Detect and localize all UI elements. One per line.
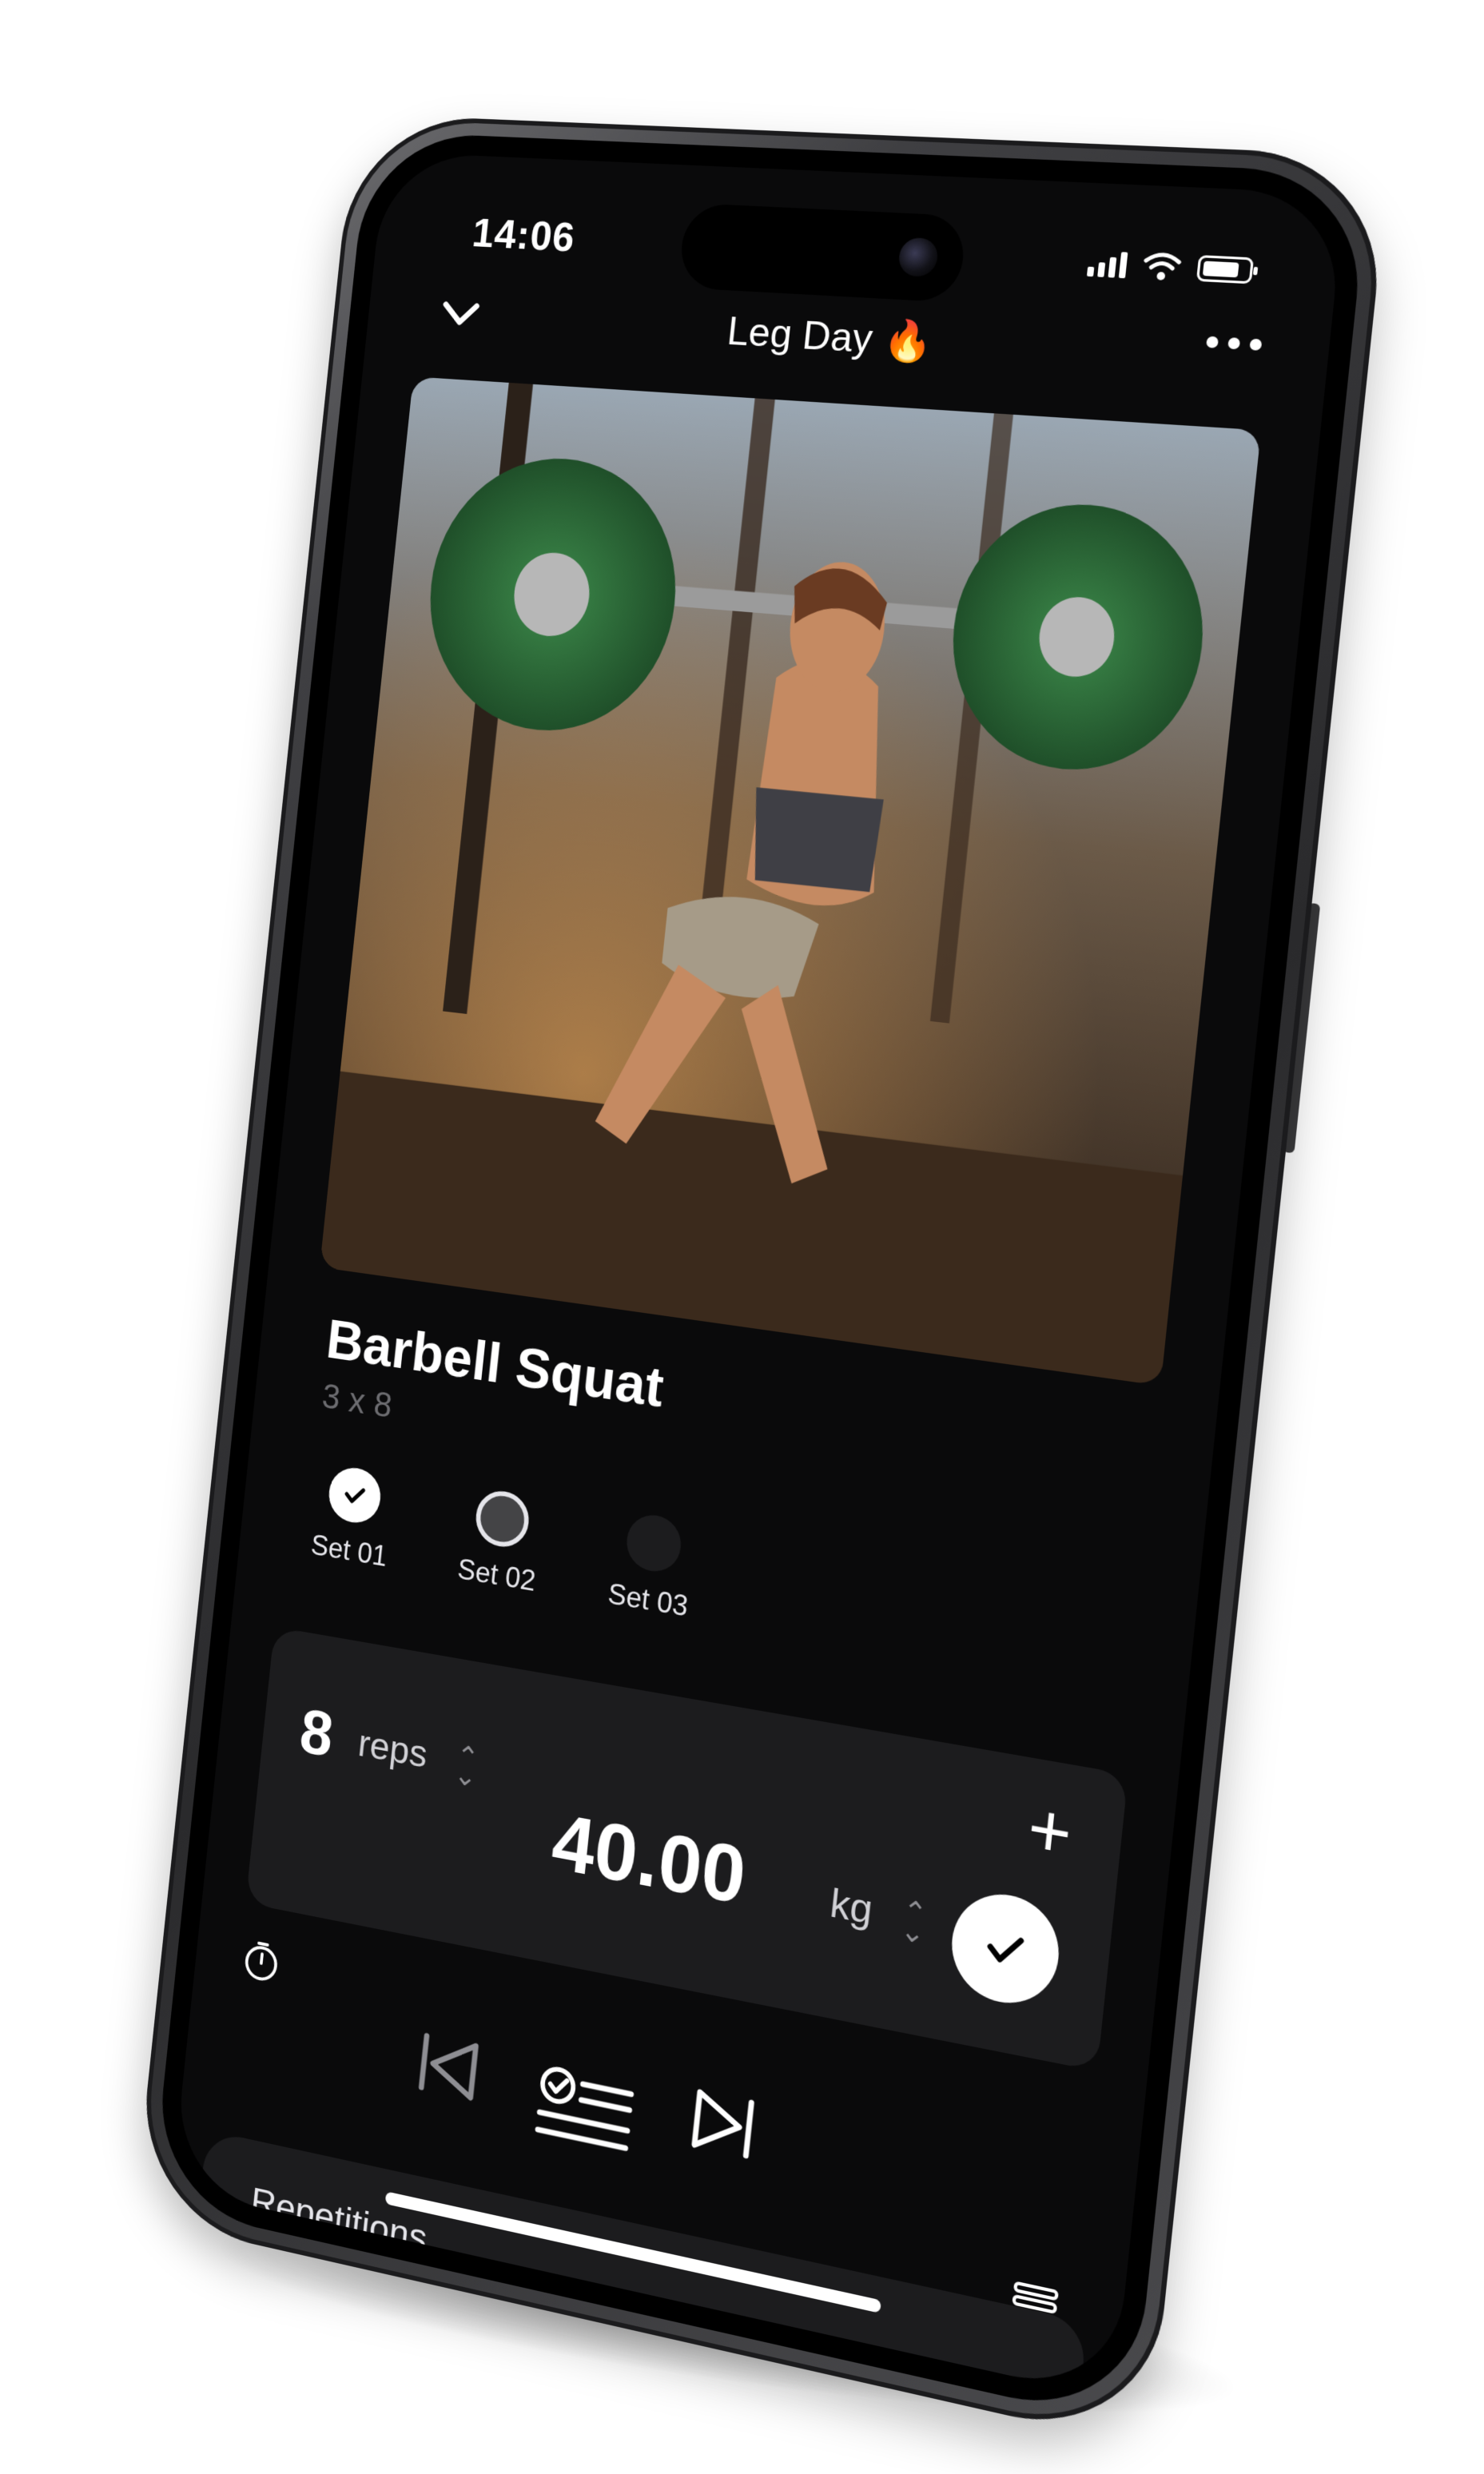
status-icons xyxy=(1086,248,1255,285)
skip-next-icon[interactable] xyxy=(675,2071,770,2177)
weight-value[interactable]: 40.00 xyxy=(548,1796,750,1923)
workout-title: Leg Day 🔥 xyxy=(725,308,935,365)
set-item-01[interactable]: Set 01 xyxy=(296,1460,409,1575)
set-entry-card: + 8 reps ⌃ ⌄ 40.00 kg ⌃ ⌄ xyxy=(245,1626,1128,2071)
phone-device: 14:06 Leg Day 🔥 Barbell Squat 3 x 8 Set … xyxy=(133,113,1391,2448)
set-label: Set 03 xyxy=(606,1577,690,1623)
battery-icon xyxy=(1196,255,1255,284)
set-done-indicator xyxy=(326,1464,384,1527)
exercise-scheme: 3 x 8 xyxy=(320,1377,394,1426)
set-selector: Set 01 Set 02 Set 03 xyxy=(296,1460,710,1625)
set-label: Set 01 xyxy=(309,1528,389,1573)
set-item-02[interactable]: Set 02 xyxy=(443,1483,558,1600)
add-set-button[interactable]: + xyxy=(1024,1787,1076,1876)
weight-stepper-icon[interactable]: ⌃ ⌄ xyxy=(899,1893,929,1951)
reps-unit: reps xyxy=(356,1722,430,1776)
set-label: Set 02 xyxy=(456,1552,538,1597)
checklist-icon[interactable] xyxy=(528,2057,644,2166)
weight-unit: kg xyxy=(828,1879,875,1934)
checkmark-icon xyxy=(339,1478,372,1513)
stage: 14:06 Leg Day 🔥 Barbell Squat 3 x 8 Set … xyxy=(0,0,1484,2474)
reps-stepper-icon[interactable]: ⌃ ⌄ xyxy=(452,1739,480,1794)
cellular-signal-icon xyxy=(1086,249,1128,279)
wifi-icon xyxy=(1141,251,1182,280)
status-time: 14:06 xyxy=(470,210,578,261)
exercise-photo xyxy=(320,376,1262,1386)
skip-previous-icon[interactable] xyxy=(404,2015,495,2118)
reps-value[interactable]: 8 xyxy=(296,1695,336,1772)
front-camera xyxy=(897,237,940,278)
checkmark-icon xyxy=(977,1918,1034,1980)
set-pending-indicator xyxy=(623,1511,684,1576)
set-current-indicator xyxy=(473,1487,532,1551)
set-item-03[interactable]: Set 03 xyxy=(593,1507,711,1626)
complete-set-button[interactable] xyxy=(946,1885,1064,2012)
stopwatch-icon[interactable] xyxy=(237,1934,285,1989)
